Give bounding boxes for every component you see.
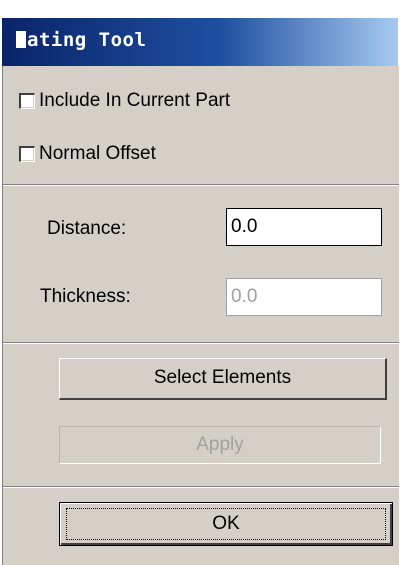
include-in-current-part-label[interactable]: Include In Current Part	[39, 90, 230, 112]
title-bar[interactable]: ating Tool	[2, 18, 398, 66]
ok-button[interactable]: OK	[59, 502, 393, 546]
thickness-label: Thickness:	[40, 286, 131, 307]
window-title-text: ating Tool	[27, 29, 147, 51]
normal-offset-option[interactable]: Normal Offset	[19, 141, 156, 167]
tool-panel: Include In Current Part Normal Offset Di…	[2, 66, 399, 565]
include-in-current-part-option[interactable]: Include In Current Part	[19, 88, 230, 114]
block-glyph-icon	[16, 31, 26, 48]
ok-label: OK	[212, 513, 240, 534]
normal-offset-label[interactable]: Normal Offset	[39, 143, 156, 165]
thickness-input[interactable]: 0.0	[226, 278, 382, 316]
select-elements-button[interactable]: Select Elements	[59, 358, 387, 400]
normal-offset-checkbox[interactable]	[19, 146, 35, 162]
distance-input[interactable]: 0.0	[226, 208, 382, 246]
section-divider	[3, 184, 399, 186]
include-in-current-part-checkbox[interactable]	[19, 93, 35, 109]
distance-label: Distance:	[47, 218, 127, 239]
apply-button[interactable]: Apply	[59, 426, 381, 464]
select-elements-label: Select Elements	[153, 367, 292, 388]
section-divider	[3, 342, 399, 344]
section-divider	[3, 486, 399, 488]
mating-tool-window: ating Tool Include In Current Part Norma…	[0, 0, 403, 565]
window-title: ating Tool	[16, 29, 146, 51]
apply-label: Apply	[196, 434, 244, 455]
